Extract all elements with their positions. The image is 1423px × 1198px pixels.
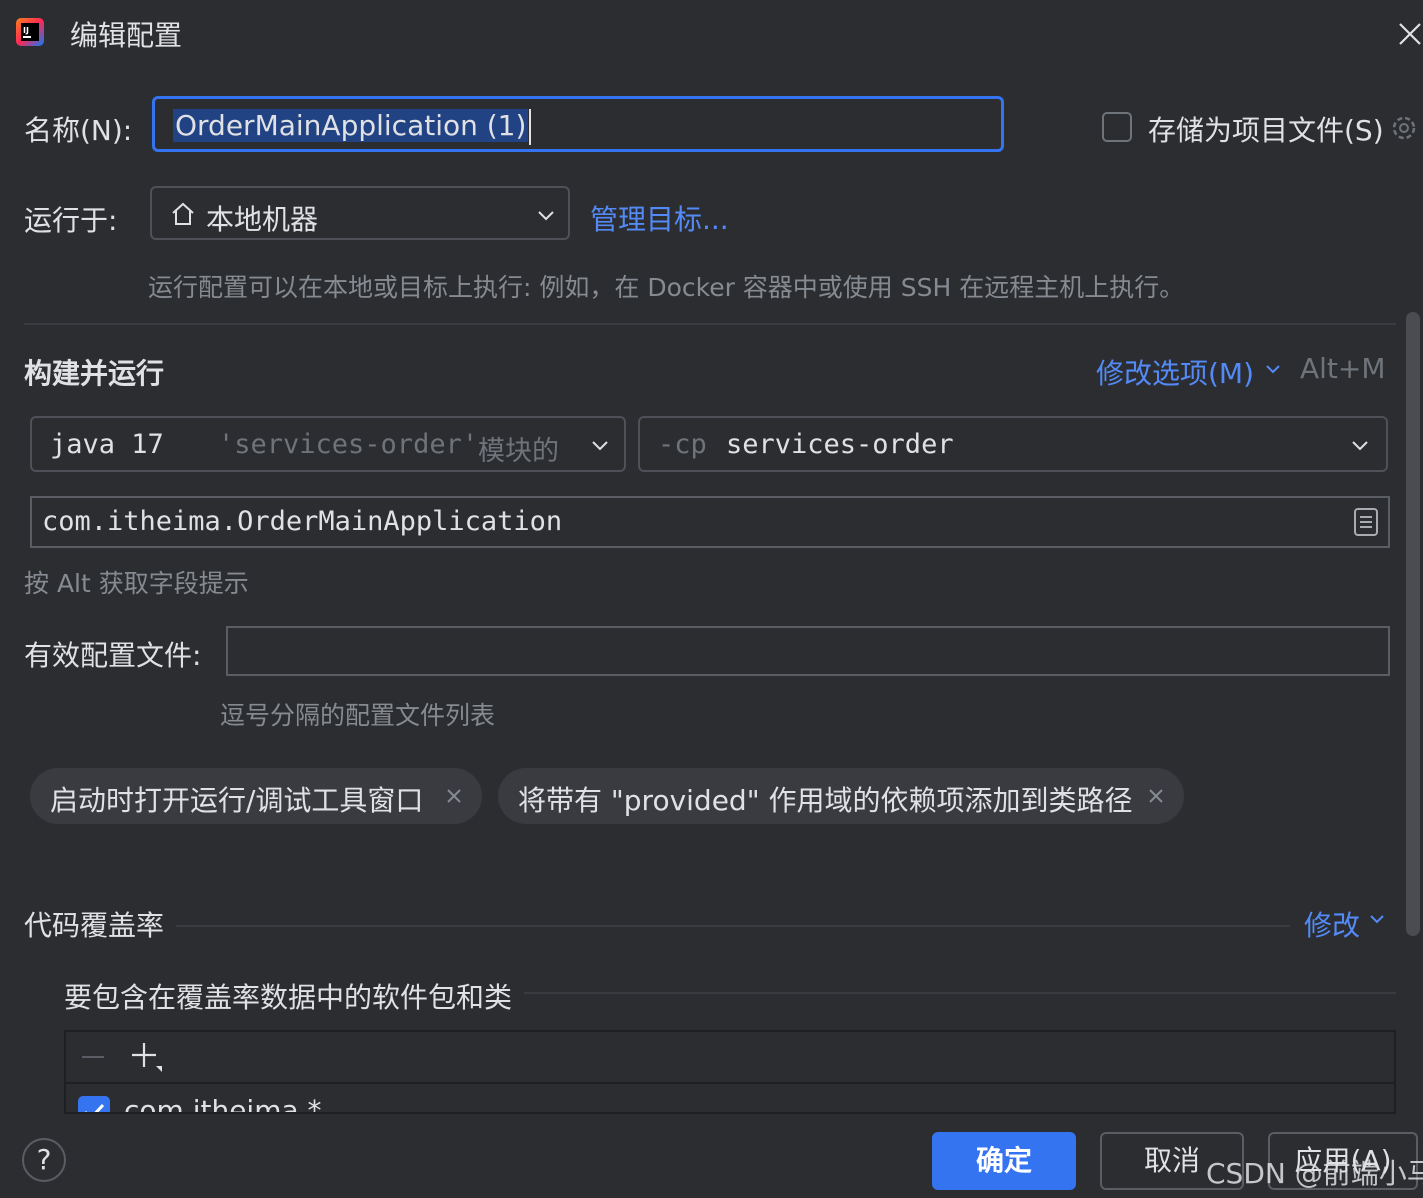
jdk-version: java 17 (50, 429, 164, 460)
coverage-packages-title: 要包含在覆盖率数据中的软件包和类 (64, 981, 513, 1014)
name-input[interactable]: OrderMainApplication (1) (152, 96, 1004, 152)
classpath-flag: -cp (658, 429, 707, 460)
active-profiles-label: 有效配置文件: (24, 639, 202, 672)
packages-toolbar (66, 1032, 1394, 1084)
minus-icon[interactable] (80, 1044, 106, 1070)
window-title: 编辑配置 (70, 19, 183, 52)
home-icon (172, 202, 194, 225)
jdk-module: 'services-order' (218, 429, 479, 460)
jdk-suffix: 模块的 (478, 436, 559, 467)
add-icon[interactable] (130, 1040, 164, 1074)
divider (176, 925, 1290, 927)
ok-button[interactable]: 确定 (932, 1132, 1076, 1190)
alt-field-hint: 按 Alt 获取字段提示 (24, 569, 249, 598)
divider (524, 992, 1396, 994)
option-chip-label: 启动时打开运行/调试工具窗口 (50, 784, 424, 817)
watermark: CSDN @前端小马 (1206, 1157, 1423, 1190)
chevron-down-icon (1266, 365, 1280, 374)
chevron-down-icon (1370, 915, 1384, 924)
store-as-project-file-checkbox[interactable] (1102, 112, 1132, 142)
text-caret (529, 109, 531, 145)
section-title-build-and-run: 构建并运行 (24, 357, 165, 390)
close-button[interactable] (1396, 18, 1423, 50)
manage-targets-link[interactable]: 管理目标... (590, 198, 729, 238)
classpath-module: services-order (726, 429, 954, 460)
run-on-value: 本地机器 (206, 203, 319, 236)
name-input-value: OrderMainApplication (1) (173, 109, 529, 142)
vertical-scrollbar[interactable] (1406, 312, 1420, 936)
chevron-down-icon (1352, 441, 1368, 451)
classpath-module-select[interactable]: -cp services-order (638, 416, 1388, 472)
active-profiles-hint: 逗号分隔的配置文件列表 (220, 701, 496, 730)
list-item[interactable]: com.itheima.* (66, 1084, 1394, 1114)
help-button[interactable]: ? (22, 1138, 66, 1182)
close-icon[interactable] (444, 786, 464, 806)
jdk-select[interactable]: java 17 'services-order' 模块的 (30, 416, 626, 472)
option-chip-provided-scope[interactable]: 将带有 "provided" 作用域的依赖项添加到类路径 (498, 768, 1184, 824)
modify-options-shortcut: Alt+M (1300, 352, 1386, 385)
modify-options-link[interactable]: 修改选项(M) (1096, 352, 1254, 392)
chevron-down-icon (592, 441, 608, 451)
close-icon[interactable] (1146, 786, 1166, 806)
name-label: 名称(N): (24, 114, 133, 147)
svg-text:IJ: IJ (23, 26, 29, 35)
gear-icon[interactable] (1388, 112, 1420, 144)
run-on-hint: 运行配置可以在本地或目标上执行: 例如，在 Docker 容器中或使用 SSH … (148, 273, 1185, 302)
document-icon[interactable] (1352, 506, 1380, 538)
coverage-packages-list: com.itheima.* (64, 1030, 1396, 1114)
run-on-label: 运行于: (24, 204, 118, 237)
run-on-select[interactable]: 本地机器 (150, 186, 570, 240)
store-as-project-file-label: 存储为项目文件(S) (1148, 114, 1384, 147)
active-profiles-input[interactable] (226, 626, 1390, 676)
intellij-logo-icon: IJ (14, 16, 46, 48)
option-chip-open-tool-window[interactable]: 启动时打开运行/调试工具窗口 (30, 768, 482, 824)
divider (24, 323, 1396, 325)
section-title-code-coverage: 代码覆盖率 (24, 909, 165, 942)
main-class-value: com.itheima.OrderMainApplication (42, 506, 563, 537)
chevron-down-icon (538, 211, 554, 221)
package-checkbox[interactable] (78, 1096, 110, 1112)
close-icon (1399, 23, 1421, 45)
coverage-modify-link[interactable]: 修改 (1304, 904, 1360, 944)
main-class-input[interactable]: com.itheima.OrderMainApplication (30, 496, 1390, 548)
option-chip-label: 将带有 "provided" 作用域的依赖项添加到类路径 (518, 784, 1133, 817)
package-pattern: com.itheima.* (124, 1094, 322, 1114)
check-icon (85, 1103, 105, 1112)
